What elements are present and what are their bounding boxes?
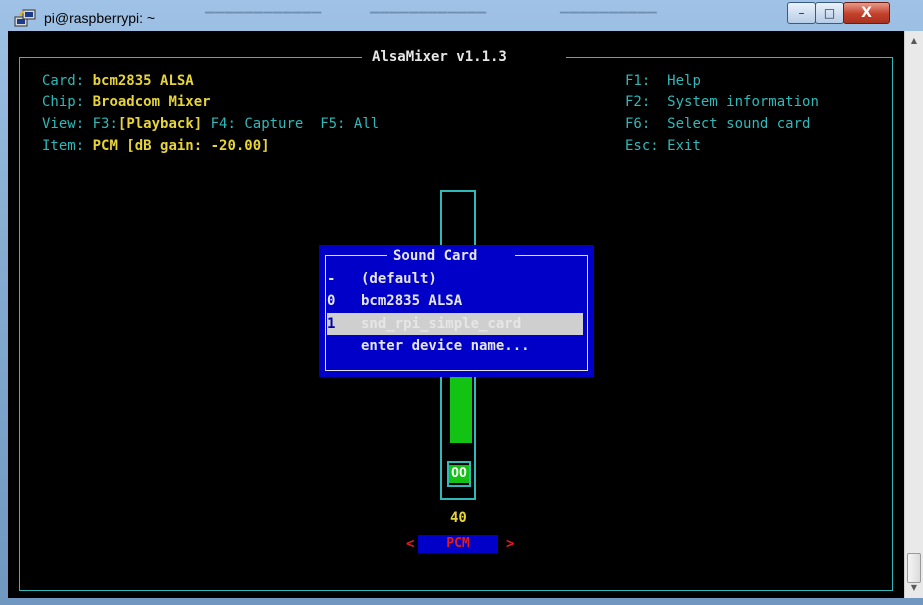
item-line: Item: PCM [dB gain: -20.00] [42, 136, 270, 156]
mute-indicator[interactable]: OO [449, 465, 469, 483]
item-value: PCM [dB gain: -20.00] [92, 138, 270, 154]
right-arrow-icon: > [506, 536, 515, 552]
help-f1: F1: Help [625, 73, 701, 89]
frame-top-left [19, 57, 362, 58]
left-arrow-icon: < [406, 536, 415, 552]
view-line: View: F3:[Playback] F4: Capture F5: All [42, 114, 379, 134]
volume-value: 40 [450, 510, 467, 526]
vertical-scrollbar[interactable]: ▲ ▼ [904, 31, 923, 598]
help-f2: F2: System information [625, 94, 819, 110]
chip-label: Chip: [42, 94, 85, 110]
chip-line: Chip: Broadcom Mixer [42, 92, 211, 112]
close-icon: X [861, 5, 872, 21]
background-title-ghost: ▔▔▔▔▔▔▔▔▔▔▔▔ [205, 12, 322, 26]
view-f3: F3: [92, 116, 118, 132]
view-all[interactable]: F5: All [320, 116, 379, 132]
scroll-down-icon[interactable]: ▼ [905, 580, 923, 596]
card-line: Card: bcm2835 ALSA [42, 71, 194, 91]
frame-right [892, 57, 893, 591]
list-item-selected[interactable]: 1 snd_rpi_simple_card [327, 314, 521, 334]
list-item[interactable]: enter device name... [327, 336, 530, 356]
card-label: Card: [42, 73, 85, 89]
window-title: pi@raspberrypi: ~ [44, 10, 156, 26]
item-label: Item: [42, 138, 85, 154]
minimize-button[interactable]: – [787, 2, 816, 24]
maximize-icon: □ [823, 6, 836, 20]
sound-card-dialog[interactable]: Sound Card - (default) 0 bcm2835 ALSA 1 snd… [319, 245, 594, 377]
dialog-border-top-right [515, 255, 588, 256]
list-item[interactable]: 0 bcm2835 ALSA [327, 291, 462, 311]
pcm-control-label[interactable]: PCM [418, 535, 498, 553]
dialog-title: Sound Card [393, 248, 478, 264]
maximize-button[interactable]: □ [815, 2, 844, 24]
view-label: View: [42, 116, 85, 132]
close-button[interactable]: X [843, 2, 890, 24]
pcm-volume-fill [450, 373, 472, 443]
mixer-title: AlsaMixer v1.1.3 [372, 49, 507, 65]
view-capture[interactable]: F4: Capture [211, 116, 304, 132]
view-playback[interactable]: [Playback] [118, 116, 202, 132]
list-item[interactable]: - (default) [327, 269, 437, 289]
dialog-border-top-left [325, 255, 387, 256]
terminal-window: pi@raspberrypi: ~ ▔▔▔▔▔▔▔▔▔▔▔▔ ▔▔▔▔▔▔▔▔▔… [0, 0, 923, 605]
putty-icon [14, 9, 36, 27]
background-title-ghost: ▔▔▔▔▔▔▔▔▔▔ [560, 12, 658, 26]
frame-top-right [566, 57, 893, 58]
scrollbar-thumb[interactable] [907, 553, 921, 583]
help-esc: Esc: Exit [625, 138, 701, 154]
card-value: bcm2835 ALSA [92, 73, 194, 89]
frame-left [19, 57, 20, 591]
frame-bottom [19, 590, 893, 591]
scroll-up-icon[interactable]: ▲ [905, 33, 923, 49]
help-f6: F6: Select sound card [625, 116, 811, 132]
minimize-icon: – [798, 6, 805, 20]
background-title-ghost: ▔▔▔▔▔▔▔▔▔▔▔▔ [370, 12, 487, 26]
chip-value: Broadcom Mixer [92, 94, 211, 110]
